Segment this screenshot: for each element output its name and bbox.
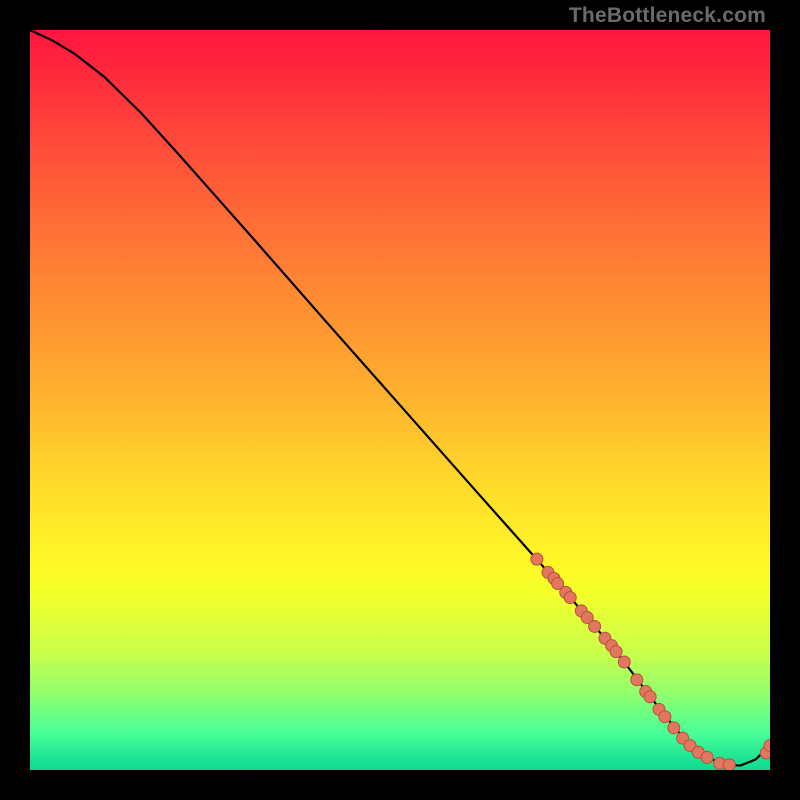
watermark-text: TheBottleneck.com <box>569 4 766 28</box>
sample-dot <box>644 691 656 703</box>
sample-dot <box>668 722 680 734</box>
sample-dot <box>531 553 543 565</box>
sample-dot <box>631 674 643 686</box>
chart-overlay-svg <box>30 30 770 770</box>
sample-dot <box>723 759 735 770</box>
sample-dot <box>610 646 622 658</box>
chart-frame: TheBottleneck.com <box>0 0 800 800</box>
sample-dot <box>618 656 630 668</box>
sample-dot <box>589 620 601 632</box>
sample-dots-group <box>531 553 770 770</box>
sample-dot <box>564 592 576 604</box>
sample-dot <box>701 751 713 763</box>
bottleneck-curve <box>30 30 770 766</box>
sample-dot <box>659 711 671 723</box>
plot-area <box>30 30 770 770</box>
